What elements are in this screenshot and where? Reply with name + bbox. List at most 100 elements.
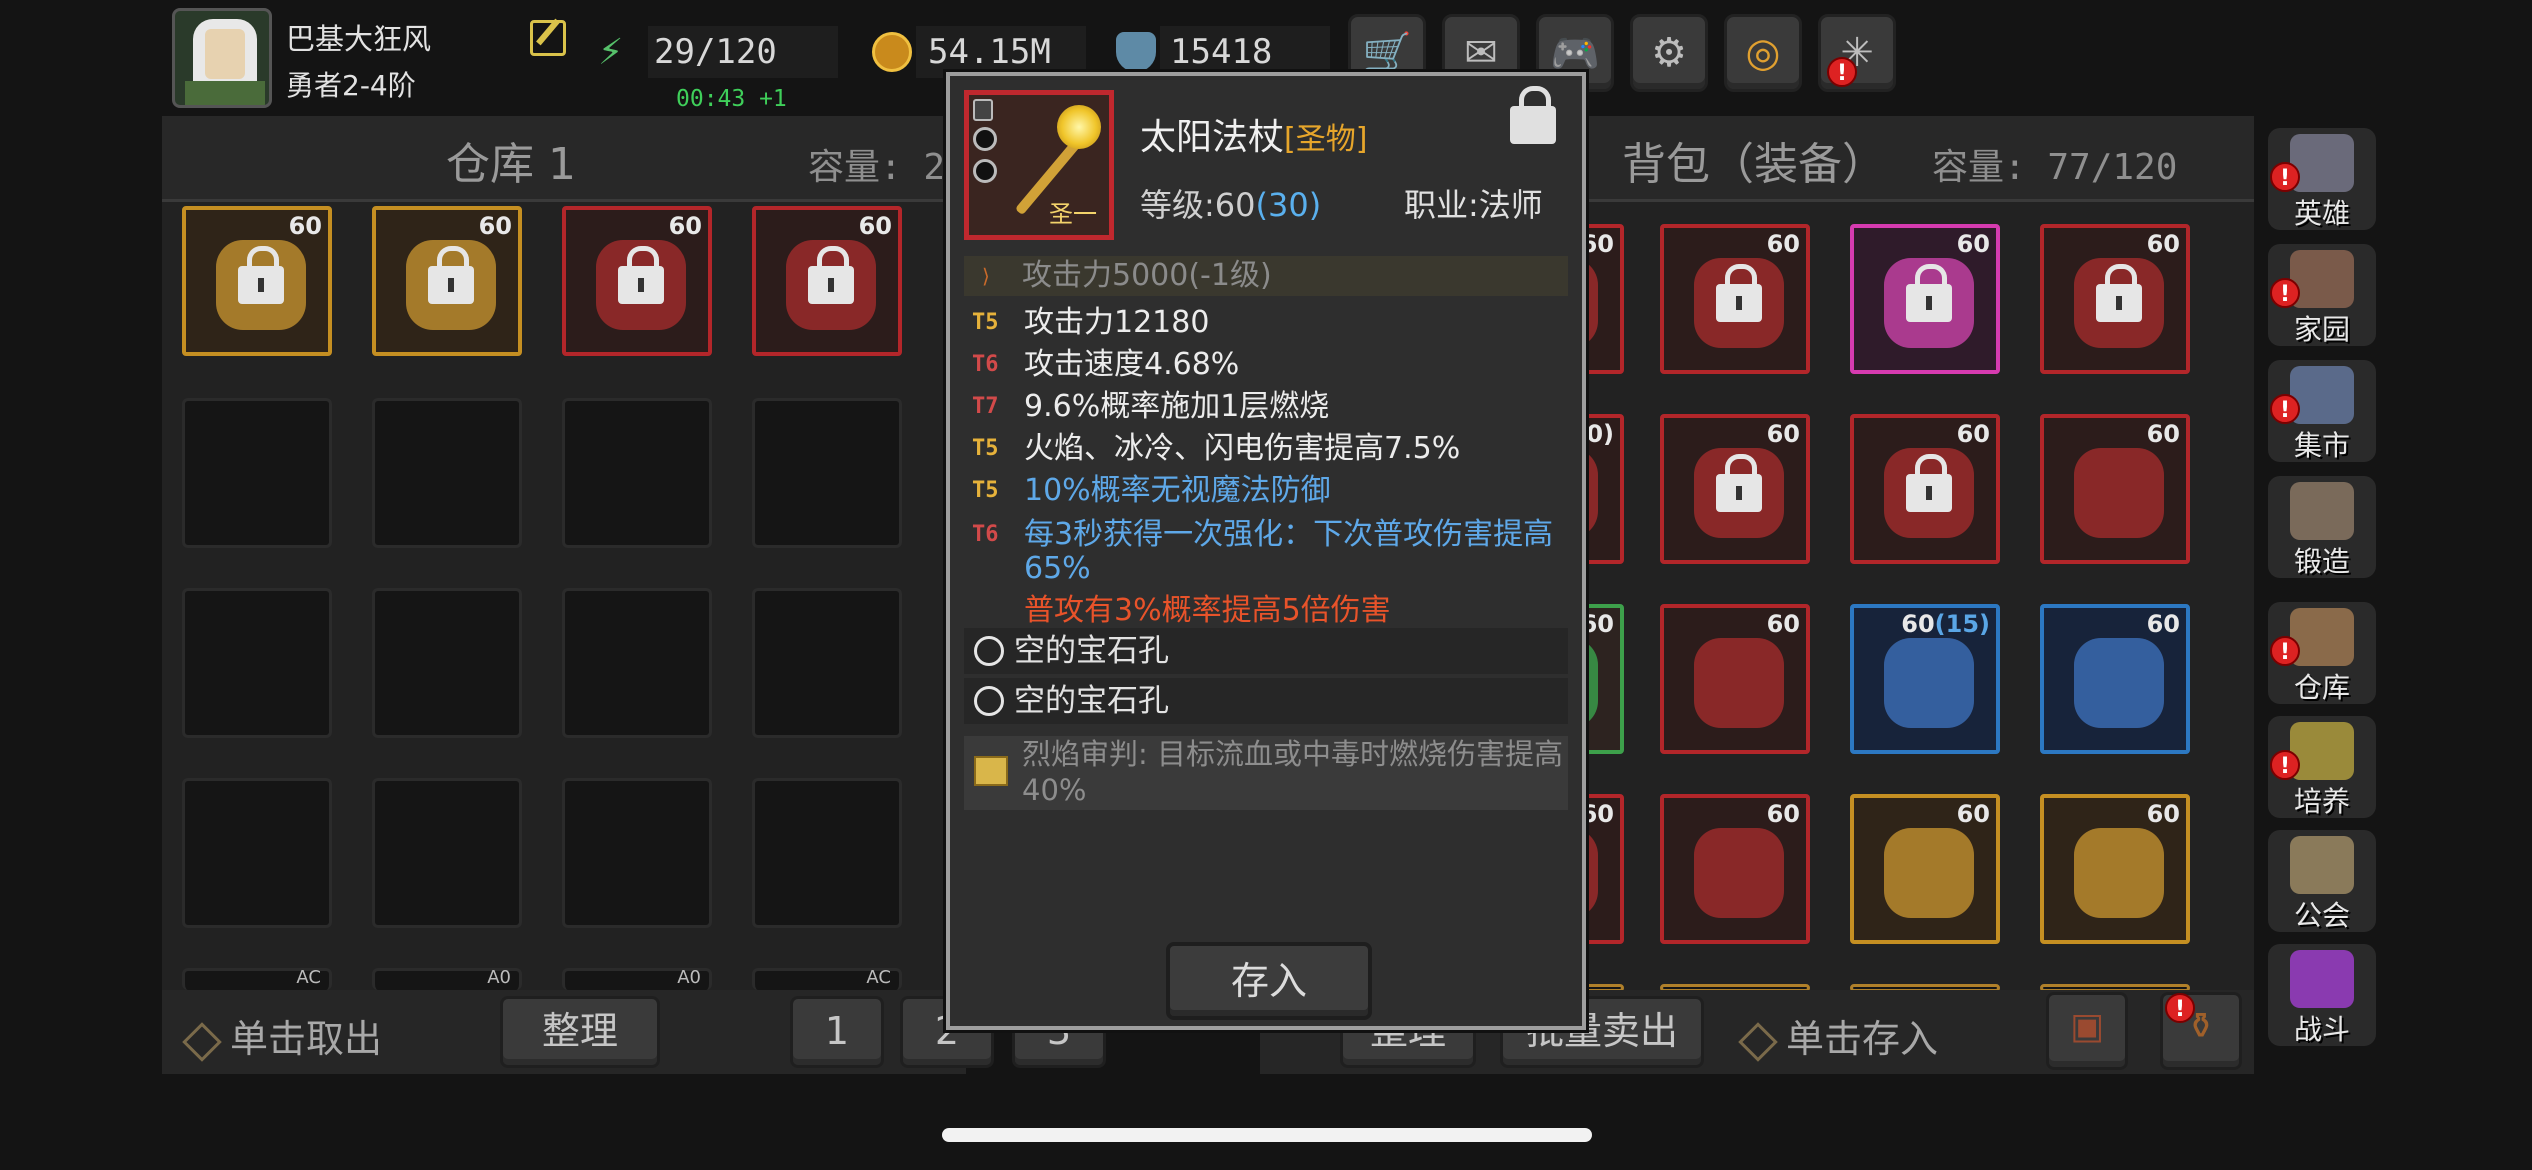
gear-icon: ⚙	[1651, 30, 1687, 76]
store-toggle[interactable]: 单击存入	[1738, 1008, 1938, 1063]
item-level-badge: 60	[2146, 230, 2180, 258]
item-level-badge: 60	[668, 212, 702, 240]
backpack-item[interactable]: 60	[1850, 794, 2000, 944]
empty-slot[interactable]	[182, 778, 332, 928]
affix-text: 10%概率无视魔法防御	[1024, 473, 1331, 508]
empty-slot[interactable]	[752, 778, 902, 928]
edit-name-icon[interactable]	[530, 20, 566, 56]
nav-item-label: 家园	[2293, 313, 2350, 346]
item-name: 太阳法杖[圣物]	[1140, 108, 1367, 160]
affix-tier: T5	[972, 436, 999, 461]
nav-item-label: 公会	[2293, 899, 2350, 932]
empty-slot[interactable]	[182, 588, 332, 738]
item-level-badge: 60	[1766, 610, 1800, 638]
empty-slot[interactable]	[752, 588, 902, 738]
page-1-button[interactable]: 1	[790, 996, 884, 1068]
backpack-item[interactable]: 60	[2040, 224, 2190, 374]
equipment-icon	[1694, 828, 1784, 918]
socket-ring-icon	[974, 636, 1004, 666]
item-level-badge: 60	[2146, 610, 2180, 638]
gem-socket-1: 空的宝石孔	[964, 628, 1568, 674]
nav-item[interactable]: 战斗	[2268, 944, 2376, 1046]
nav-item-label: 锻造	[2293, 545, 2350, 578]
equipment-icon	[2074, 638, 2164, 728]
empty-slot[interactable]	[752, 398, 902, 548]
item-level-badge: 60	[1956, 230, 1990, 258]
settings-button[interactable]: ⚙	[1630, 14, 1708, 92]
alert-badge: !	[2270, 636, 2300, 666]
base-stat-row: ⟩ 攻击力5000(-1级)	[964, 256, 1568, 296]
nav-item[interactable]: 锻造	[2268, 476, 2376, 578]
warehouse-item[interactable]: 60	[752, 206, 902, 356]
equipment-icon	[2074, 828, 2164, 918]
nav-item-label: 仓库	[2293, 671, 2350, 704]
alert-badge: !	[2270, 278, 2300, 308]
backpack-item[interactable]: 60	[1660, 224, 1810, 374]
alert-badge: !	[2165, 993, 2195, 1023]
camera-button[interactable]: ◎	[1724, 14, 1802, 92]
item-level-badge: 60	[2146, 420, 2180, 448]
set-effect-row: 烈焰审判: 目标流血或中毒时燃烧伤害提高40%	[964, 736, 1568, 810]
mail-icon: ✉	[1464, 30, 1498, 76]
backpack-item[interactable]: 60	[2040, 794, 2190, 944]
affix-row: T7 9.6%概率施加1层燃烧	[972, 390, 1554, 424]
nav-item-label: 培养	[2293, 785, 2350, 818]
take-out-label: 单击取出	[230, 1017, 383, 1061]
nav-item[interactable]: 英雄!	[2268, 128, 2376, 230]
item-level-badge: 60(15)	[1901, 610, 1990, 638]
player-avatar[interactable]	[172, 8, 272, 108]
lock-icon[interactable]	[1510, 86, 1556, 144]
backpack-item[interactable]: 60	[1850, 414, 2000, 564]
player-name: 巴基大狂风	[286, 22, 432, 56]
nav-item[interactable]: 家园!	[2268, 244, 2376, 346]
aperture-icon: ◎	[1745, 30, 1781, 76]
empty-slot[interactable]	[562, 398, 712, 548]
backpack-item[interactable]: 60(15)	[1850, 604, 2000, 754]
lock-icon	[2096, 264, 2142, 322]
empty-slot[interactable]	[182, 398, 332, 548]
partial-slot[interactable]: A0	[372, 967, 522, 990]
socket-ring-icon	[973, 127, 997, 151]
partial-slot[interactable]: A0	[562, 967, 712, 990]
backpack-item[interactable]: 60	[1660, 794, 1810, 944]
affix-row: T6 每3秒获得一次强化：下次普攻伤害提高65%	[972, 518, 1554, 586]
lock-icon	[808, 246, 854, 304]
backpack-item[interactable]: 60	[1660, 604, 1810, 754]
take-out-toggle[interactable]: 单击取出	[182, 1008, 383, 1063]
fireworks-button[interactable]: ✳ !	[1818, 14, 1896, 92]
empty-slot[interactable]	[372, 398, 522, 548]
backpack-item[interactable]: 60	[1850, 224, 2000, 374]
empty-slot[interactable]	[562, 588, 712, 738]
home-indicator[interactable]	[942, 1128, 1592, 1142]
affix-tier: T7	[972, 394, 999, 419]
empty-slot[interactable]	[372, 588, 522, 738]
backpack-item[interactable]: 60	[2040, 604, 2190, 754]
warehouse-item[interactable]: 60	[562, 206, 712, 356]
bag-filter-button[interactable]: ⚱ !	[2160, 992, 2242, 1070]
nav-item[interactable]: 培养!	[2268, 716, 2376, 818]
partial-slot[interactable]: AC	[752, 967, 902, 990]
partial-slot[interactable]: AC	[182, 967, 332, 990]
warehouse-sort-button[interactable]: 整理	[500, 996, 660, 1068]
base-stat-marker: ⟩	[982, 264, 990, 288]
empty-slot[interactable]	[562, 778, 712, 928]
armor-filter-button[interactable]: ▣	[2046, 992, 2128, 1070]
nav-item[interactable]: 公会	[2268, 830, 2376, 932]
warehouse-title: 仓库 1	[446, 139, 576, 190]
lock-icon	[428, 246, 474, 304]
castle-icon	[2290, 250, 2354, 308]
backpack-item[interactable]: 60	[2040, 414, 2190, 564]
nav-item[interactable]: 集市!	[2268, 360, 2376, 462]
item-tooltip: 圣一 太阳法杖[圣物] 等级:60(30) 职业:法师 ⟩ 攻击力5000(-1级…	[946, 72, 1586, 1030]
empty-slot[interactable]	[372, 778, 522, 928]
nav-item[interactable]: 仓库!	[2268, 602, 2376, 704]
backpack-item[interactable]: 60	[1660, 414, 1810, 564]
warehouse-item[interactable]: 60	[372, 206, 522, 356]
warehouse-item[interactable]: 60	[182, 206, 332, 356]
affix-text: 每3秒获得一次强化：下次普攻伤害提高65%	[1024, 517, 1554, 586]
affix-text: 攻击力12180	[1024, 305, 1210, 340]
partial-slot-label: A0	[487, 967, 511, 988]
gamepad-icon: 🎮	[1550, 30, 1600, 77]
deposit-button[interactable]: 存入	[1166, 942, 1372, 1020]
nav-item-label: 战斗	[2293, 1013, 2350, 1046]
